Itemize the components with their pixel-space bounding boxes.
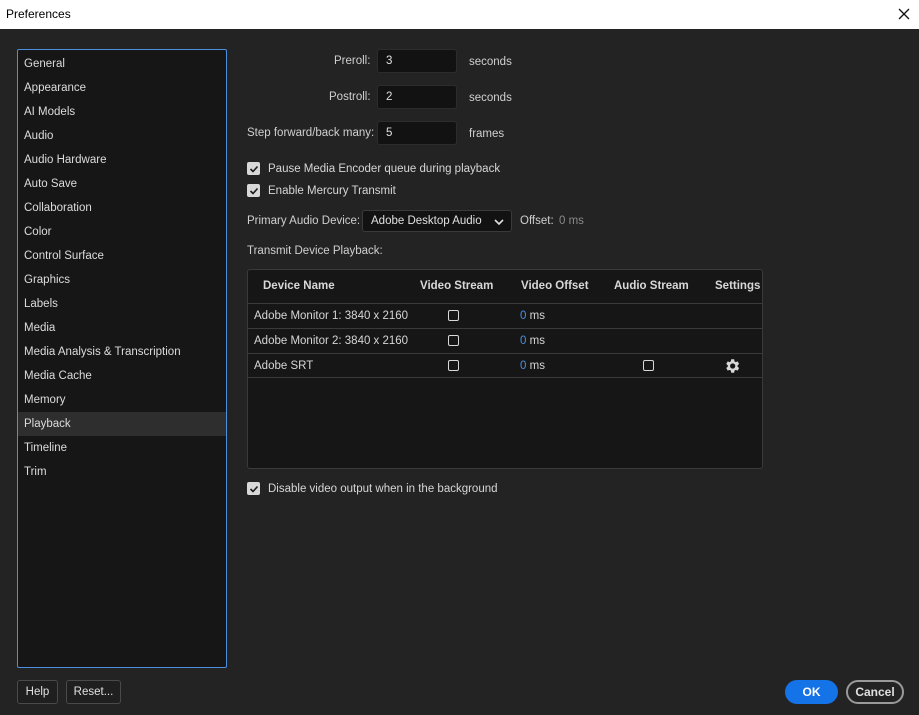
pause-encoder-option[interactable]: Pause Media Encoder queue during playbac… bbox=[247, 162, 500, 175]
table-row: Adobe Monitor 1: 3840 x 2160 0 ms bbox=[248, 303, 762, 328]
video-offset[interactable]: 0 ms bbox=[520, 360, 545, 372]
video-stream-checkbox[interactable] bbox=[448, 360, 459, 371]
checkmark-icon bbox=[249, 187, 258, 195]
audio-device-label: Primary Audio Device: bbox=[247, 215, 361, 227]
mercury-transmit-option[interactable]: Enable Mercury Transmit bbox=[247, 184, 396, 197]
checkmark-icon bbox=[249, 165, 258, 173]
sidebar-item-media-cache[interactable]: Media Cache bbox=[18, 364, 226, 388]
window-title: Preferences bbox=[6, 7, 71, 21]
disable-output-checkbox[interactable] bbox=[247, 482, 260, 495]
header-video-stream: Video Stream bbox=[420, 280, 494, 292]
help-button[interactable]: Help bbox=[17, 680, 58, 704]
pause-encoder-label: Pause Media Encoder queue during playbac… bbox=[268, 162, 501, 175]
video-offset-unit: ms bbox=[529, 310, 545, 322]
table-row: Adobe SRT 0 ms bbox=[248, 353, 762, 378]
postroll-input[interactable] bbox=[377, 85, 457, 109]
sidebar-item-ai-models[interactable]: AI Models bbox=[18, 100, 226, 124]
sidebar-item-control-surface[interactable]: Control Surface bbox=[18, 244, 226, 268]
device-name: Adobe SRT bbox=[254, 360, 314, 372]
sidebar-item-playback[interactable]: Playback bbox=[18, 412, 226, 436]
audio-device-value: Adobe Desktop Audio bbox=[371, 215, 482, 227]
gear-icon[interactable] bbox=[723, 357, 741, 375]
video-offset-value[interactable]: 0 bbox=[520, 310, 526, 322]
disable-output-label: Disable video output when in the backgro… bbox=[268, 482, 498, 495]
header-device-name: Device Name bbox=[263, 280, 335, 292]
close-icon[interactable] bbox=[893, 3, 915, 25]
sidebar-item-general[interactable]: General bbox=[18, 52, 226, 76]
step-label: Step forward/back many: bbox=[247, 127, 375, 139]
device-name: Adobe Monitor 2: 3840 x 2160 bbox=[254, 335, 409, 347]
sidebar-item-graphics[interactable]: Graphics bbox=[18, 268, 226, 292]
video-offset-unit: ms bbox=[529, 360, 545, 372]
transmit-device-table: Device Name Video Stream Video Offset Au… bbox=[247, 269, 763, 469]
postroll-unit: seconds bbox=[469, 92, 512, 104]
sidebar-item-memory[interactable]: Memory bbox=[18, 388, 226, 412]
sidebar-item-audio[interactable]: Audio bbox=[18, 124, 226, 148]
preferences-category-list: General Appearance AI Models Audio Audio… bbox=[17, 49, 227, 668]
preroll-label: Preroll: bbox=[334, 55, 371, 67]
step-unit: frames bbox=[469, 128, 505, 140]
sidebar-item-color[interactable]: Color bbox=[18, 220, 226, 244]
sidebar-item-media-analysis[interactable]: Media Analysis & Transcription bbox=[18, 340, 226, 364]
mercury-transmit-checkbox[interactable] bbox=[247, 184, 260, 197]
sidebar-item-appearance[interactable]: Appearance bbox=[18, 76, 226, 100]
video-stream-checkbox[interactable] bbox=[448, 310, 459, 321]
chevron-down-icon bbox=[493, 215, 505, 235]
sidebar-item-timeline[interactable]: Timeline bbox=[18, 436, 226, 460]
header-video-offset: Video Offset bbox=[521, 280, 589, 292]
device-name: Adobe Monitor 1: 3840 x 2160 bbox=[254, 310, 409, 322]
offset-label: Offset: bbox=[520, 215, 554, 227]
offset-value: 0 ms bbox=[559, 215, 584, 227]
table-header: Device Name Video Stream Video Offset Au… bbox=[248, 270, 762, 303]
ok-button[interactable]: OK bbox=[785, 680, 838, 704]
sidebar-item-media[interactable]: Media bbox=[18, 316, 226, 340]
video-offset-value[interactable]: 0 bbox=[520, 335, 526, 347]
sidebar-item-collaboration[interactable]: Collaboration bbox=[18, 196, 226, 220]
transmit-label: Transmit Device Playback: bbox=[247, 245, 383, 257]
sidebar-item-labels[interactable]: Labels bbox=[18, 292, 226, 316]
mercury-transmit-label: Enable Mercury Transmit bbox=[268, 184, 396, 197]
table-row: Adobe Monitor 2: 3840 x 2160 0 ms bbox=[248, 328, 762, 353]
video-offset[interactable]: 0 ms bbox=[520, 310, 545, 322]
disable-output-option[interactable]: Disable video output when in the backgro… bbox=[247, 482, 498, 495]
reset-button[interactable]: Reset... bbox=[66, 680, 121, 704]
sidebar-item-trim[interactable]: Trim bbox=[18, 460, 226, 484]
audio-device-dropdown[interactable]: Adobe Desktop Audio bbox=[362, 210, 512, 232]
step-input[interactable] bbox=[377, 121, 457, 145]
audio-stream-checkbox[interactable] bbox=[643, 360, 654, 371]
title-bar: Preferences bbox=[0, 0, 919, 29]
sidebar-item-auto-save[interactable]: Auto Save bbox=[18, 172, 226, 196]
checkmark-icon bbox=[249, 485, 258, 493]
video-stream-checkbox[interactable] bbox=[448, 335, 459, 346]
postroll-label: Postroll: bbox=[329, 91, 371, 103]
video-offset[interactable]: 0 ms bbox=[520, 335, 545, 347]
cancel-button[interactable]: Cancel bbox=[846, 680, 904, 704]
sidebar-item-audio-hardware[interactable]: Audio Hardware bbox=[18, 148, 226, 172]
video-offset-value[interactable]: 0 bbox=[520, 360, 526, 372]
preroll-unit: seconds bbox=[469, 56, 512, 68]
preroll-input[interactable] bbox=[377, 49, 457, 73]
header-settings: Settings bbox=[715, 280, 761, 292]
pause-encoder-checkbox[interactable] bbox=[247, 162, 260, 175]
header-audio-stream: Audio Stream bbox=[614, 280, 689, 292]
video-offset-unit: ms bbox=[529, 335, 545, 347]
